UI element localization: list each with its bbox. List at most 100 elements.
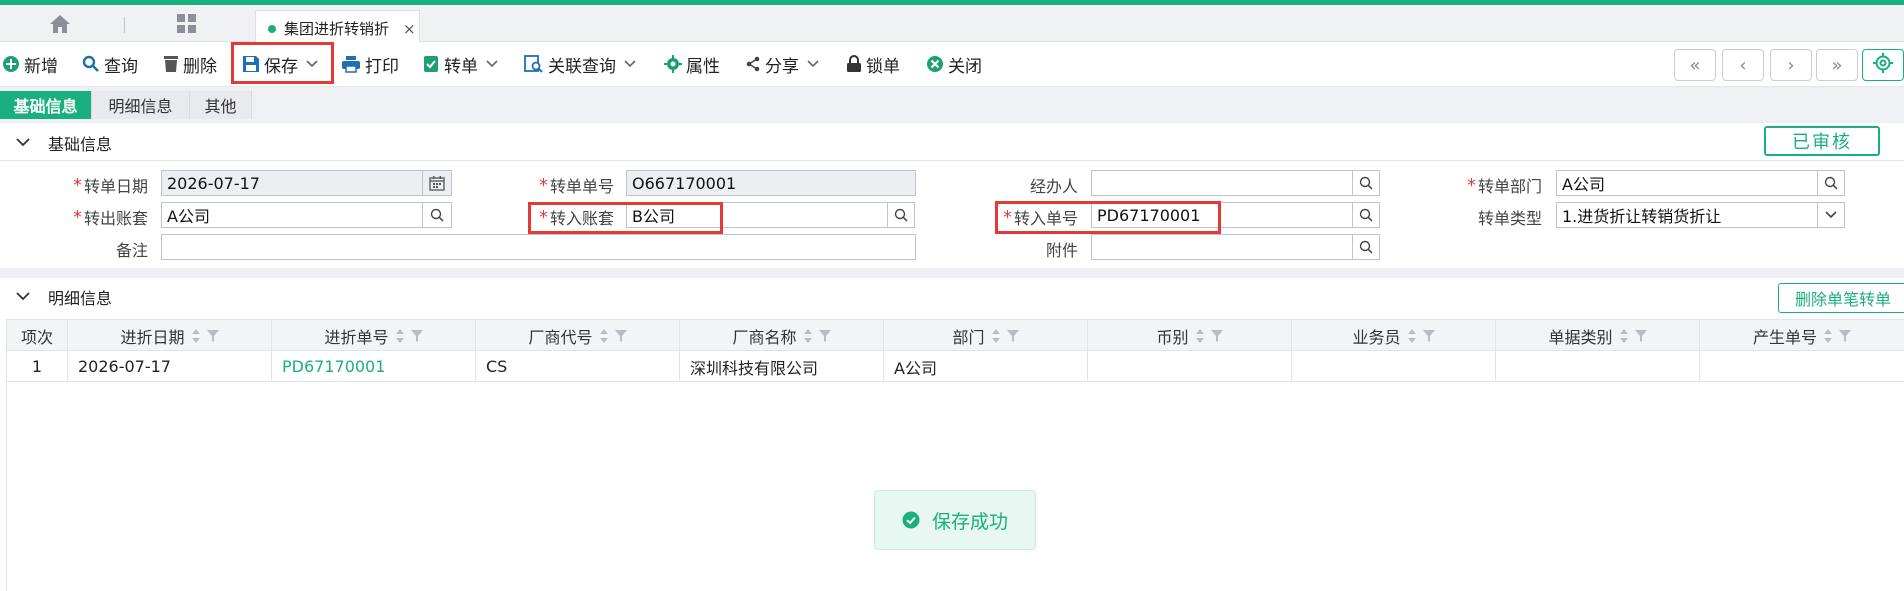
nav-prev-button[interactable]: ‹	[1722, 49, 1764, 81]
column-header[interactable]: 厂商名称	[680, 320, 884, 352]
detail-section-header[interactable]: 明细信息	[0, 281, 1904, 313]
nav-first-button[interactable]: «	[1674, 49, 1716, 81]
transfer-date-field[interactable]: 2026-07-17	[161, 170, 423, 196]
table-cell: 深圳科技有限公司	[680, 351, 884, 382]
home-icon[interactable]	[40, 13, 80, 35]
sort-icon	[803, 329, 812, 343]
transfer-type-select[interactable]: 1.进货折让转销货折让	[1556, 202, 1818, 228]
sort-icon	[191, 329, 200, 343]
filter-icon	[410, 330, 423, 342]
tab-separator	[124, 17, 125, 33]
settings-button[interactable]	[1862, 49, 1904, 81]
sort-icon	[1619, 329, 1628, 343]
transfer-dept-field[interactable]: A公司	[1556, 170, 1818, 196]
calendar-icon[interactable]	[422, 170, 452, 196]
remark-field[interactable]	[161, 234, 916, 260]
basic-section-header[interactable]: 基础信息	[0, 127, 1904, 159]
gear-icon	[664, 55, 682, 73]
column-header[interactable]: 产生单号	[1700, 320, 1904, 352]
transfer-no-field[interactable]: O667170001	[626, 170, 916, 196]
nav-last-button[interactable]: »	[1816, 49, 1858, 81]
tab-basic-info[interactable]: 基础信息	[0, 91, 92, 119]
check-circle-icon	[902, 511, 920, 529]
share-button[interactable]: 分享	[745, 50, 819, 78]
search-icon[interactable]	[1352, 170, 1380, 196]
delete-button[interactable]: 删除	[163, 50, 217, 78]
table-cell	[1700, 351, 1904, 382]
lock-label: 锁单	[866, 56, 900, 77]
chevron-down-icon[interactable]	[624, 57, 636, 71]
column-header[interactable]: 进折单号	[272, 320, 476, 352]
transfer-button[interactable]: 转单	[422, 50, 498, 78]
search-icon[interactable]	[1352, 234, 1380, 260]
search-icon[interactable]	[422, 202, 452, 228]
grid-header: 项次 进折日期 进折单号 厂商代号 厂商名称 部门 币别 业务员 单据类别 产生…	[7, 319, 1904, 352]
out-account-label: * 转出账套	[72, 206, 148, 229]
close-button[interactable]: 关闭	[926, 50, 982, 78]
share-icon	[745, 56, 761, 72]
column-header[interactable]: 业务员	[1292, 320, 1496, 352]
trash-icon	[163, 55, 179, 73]
related-query-label: 关联查询	[548, 56, 616, 77]
column-header[interactable]: 厂商代号	[476, 320, 680, 352]
tab-active-document[interactable]: 集团进折转销折 ×	[255, 10, 420, 46]
close-icon[interactable]: ×	[403, 20, 416, 38]
properties-button[interactable]: 属性	[664, 50, 720, 78]
column-header[interactable]: 项次	[7, 320, 68, 352]
close-circle-icon	[926, 55, 944, 73]
search-icon[interactable]	[1817, 170, 1845, 196]
column-header[interactable]: 币别	[1088, 320, 1292, 352]
filter-icon	[614, 330, 627, 342]
sort-icon	[991, 329, 1000, 343]
nav-next-button[interactable]: ›	[1770, 49, 1812, 81]
transfer-no-label: * 转单单号	[538, 174, 614, 197]
delete-label: 删除	[183, 56, 217, 77]
chevron-down-icon[interactable]	[16, 289, 30, 305]
transfer-label: 转单	[444, 56, 478, 77]
printer-icon	[341, 55, 361, 73]
query-button[interactable]: 查询	[82, 50, 138, 78]
detail-section-title: 明细信息	[48, 289, 113, 308]
detail-grid: 项次 进折日期 进折单号 厂商代号 厂商名称 部门 币别 业务员 单据类别 产生…	[6, 319, 1904, 591]
column-header[interactable]: 单据类别	[1496, 320, 1700, 352]
filter-icon	[818, 330, 831, 342]
chevron-down-icon[interactable]	[807, 57, 819, 71]
chevron-down-icon[interactable]	[486, 57, 498, 71]
delete-single-transfer-button[interactable]: 删除单笔转单	[1778, 283, 1904, 313]
chevron-down-icon[interactable]	[16, 135, 30, 151]
chevron-down-icon[interactable]	[1817, 202, 1845, 228]
out-account-field[interactable]: A公司	[161, 202, 423, 228]
sort-icon	[395, 329, 404, 343]
tab-label: 集团进折转销折	[284, 20, 390, 38]
column-header[interactable]: 进折日期	[68, 320, 272, 352]
tab-detail-info[interactable]: 明细信息	[92, 91, 190, 119]
lock-button[interactable]: 锁单	[846, 50, 900, 78]
table-row[interactable]: 1 2026-07-17 PD67170001 CS 深圳科技有限公司 A公司	[7, 351, 1904, 382]
table-cell: 2026-07-17	[68, 351, 272, 382]
plus-circle-icon	[2, 55, 20, 73]
section-gap	[0, 268, 1904, 278]
filter-icon	[206, 330, 219, 342]
search-icon	[82, 55, 100, 73]
related-query-button[interactable]: 关联查询	[524, 50, 636, 78]
tab-other[interactable]: 其他	[190, 91, 252, 119]
search-icon[interactable]	[887, 202, 915, 228]
apps-grid-icon[interactable]	[172, 12, 202, 36]
print-button[interactable]: 打印	[341, 50, 399, 78]
lock-icon	[846, 55, 862, 73]
add-button[interactable]: 新增	[2, 50, 58, 78]
toast-message: 保存成功	[931, 510, 1008, 533]
in-account-highlight-box	[528, 202, 723, 234]
handler-field[interactable]	[1091, 170, 1353, 196]
column-header[interactable]: 部门	[884, 320, 1088, 352]
transfer-type-label: 转单类型	[1477, 209, 1542, 228]
search-icon[interactable]	[1352, 202, 1380, 228]
order-link[interactable]: PD67170001	[272, 351, 476, 382]
close-label: 关闭	[948, 56, 982, 77]
add-label: 新增	[24, 56, 58, 77]
table-cell: CS	[476, 351, 680, 382]
attachment-field[interactable]	[1091, 234, 1353, 260]
filter-icon	[1210, 330, 1223, 342]
table-cell	[1496, 351, 1700, 382]
filter-icon	[1634, 330, 1647, 342]
